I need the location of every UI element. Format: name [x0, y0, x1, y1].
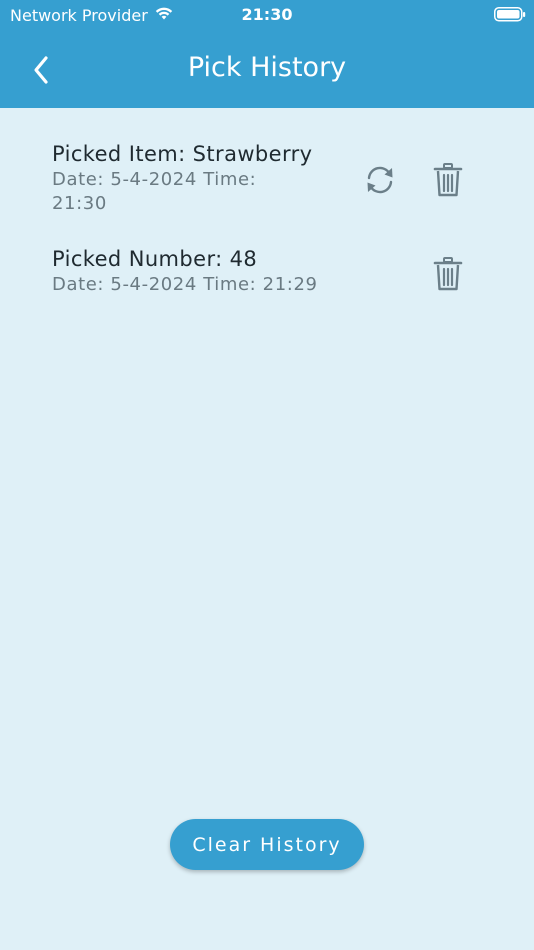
trash-icon	[433, 163, 463, 197]
history-item: Picked Item: Strawberry Date: 5-4-2024 T…	[0, 142, 534, 232]
page-title: Pick History	[187, 52, 347, 83]
status-bar: Network Provider 21:30	[0, 0, 534, 30]
history-item-datetime-line2: 21:30	[52, 193, 107, 214]
refresh-icon	[367, 166, 393, 194]
battery-icon	[494, 7, 526, 22]
history-item-title: Picked Number: 48	[52, 247, 258, 271]
history-item-datetime: Date: 5-4-2024 Time: 21:30	[52, 168, 313, 216]
trash-icon	[433, 257, 463, 291]
clear-history-button[interactable]: Clear History	[170, 819, 364, 870]
history-item-datetime-line1: Date: 5-4-2024 Time:	[52, 169, 257, 190]
history-item-datetime-line1: Date: 5-4-2024 Time: 21:29	[52, 274, 318, 295]
delete-button[interactable]	[428, 160, 468, 200]
delete-button[interactable]	[428, 254, 468, 294]
refresh-button[interactable]	[360, 160, 400, 200]
history-item-text: Picked Number: 48 Date: 5-4-2024 Time: 2…	[52, 247, 318, 297]
history-item-title: Picked Item: Strawberry	[52, 142, 313, 166]
status-time: 21:30	[241, 5, 293, 24]
history-item: Picked Number: 48 Date: 5-4-2024 Time: 2…	[0, 247, 534, 317]
history-item-text: Picked Item: Strawberry Date: 5-4-2024 T…	[52, 142, 313, 216]
history-item-datetime: Date: 5-4-2024 Time: 21:29	[52, 273, 318, 297]
app-header: Network Provider 21:30 Pick History	[0, 0, 534, 108]
